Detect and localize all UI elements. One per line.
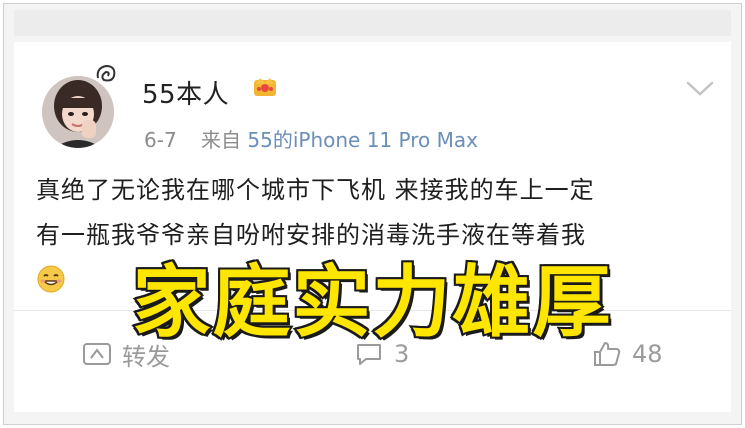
post-text-line-1: 真绝了无论我在哪个城市下飞机 来接我的车上一定 xyxy=(36,176,595,204)
username[interactable]: 55本人 xyxy=(142,74,229,111)
post-date: 6-7 xyxy=(144,128,177,152)
top-strip xyxy=(14,10,731,36)
chevron-down-icon[interactable] xyxy=(685,80,715,98)
overlay-caption: 家庭实力雄厚 xyxy=(130,256,613,350)
post-meta: 6-7 来自 55的iPhone 11 Pro Max xyxy=(144,124,478,153)
screenshot-frame: 55本人 6-7 来自 55的iPhone 11 Pro Max 真绝了无论我在… xyxy=(3,3,742,425)
dizzy-mark-icon xyxy=(96,64,116,82)
source-prefix: 来自 xyxy=(201,128,242,152)
crown-badge-icon[interactable] xyxy=(252,74,278,98)
source-device-link[interactable]: 55的iPhone 11 Pro Max xyxy=(247,128,478,152)
weibo-post-card: 55本人 6-7 来自 55的iPhone 11 Pro Max 真绝了无论我在… xyxy=(14,42,731,412)
